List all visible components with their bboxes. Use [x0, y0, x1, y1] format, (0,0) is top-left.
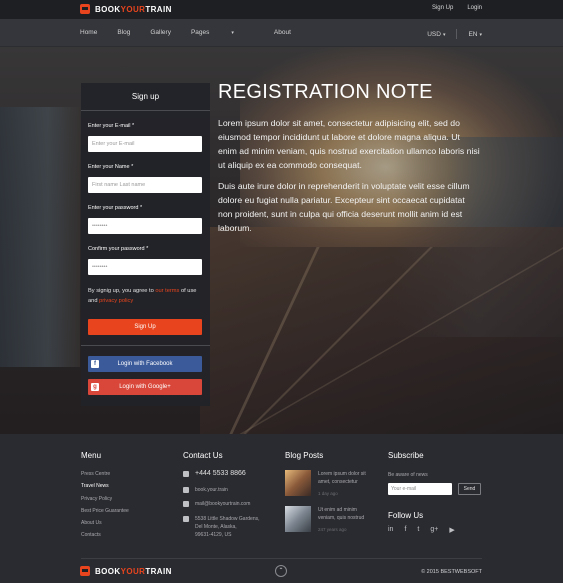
skype-icon: [183, 487, 189, 493]
signup-title: Sign up: [81, 83, 210, 111]
terms-link[interactable]: our terms: [155, 288, 179, 294]
email-label: Enter your E-mail *: [88, 123, 135, 129]
mail-icon: [183, 501, 189, 507]
top-links: Sign Up Login: [432, 5, 482, 11]
footer-menu: Press Centre Travel News Privacy Policy …: [81, 471, 129, 545]
chevron-up-icon: ⌃: [278, 568, 284, 574]
blog-post[interactable]: Ut enim ad minim veniam, quis nostrud 247…: [285, 506, 372, 534]
password-field[interactable]: ••••••••: [88, 218, 202, 234]
google-plus-icon[interactable]: g+: [430, 526, 438, 534]
page-title: REGISTRATION NOTE: [218, 81, 433, 103]
signup-button[interactable]: Sign Up: [88, 319, 202, 335]
terms-agreement: By signig up, you agree to our terms of …: [88, 288, 197, 304]
train-icon: [80, 566, 90, 576]
brand-logo[interactable]: BOOKYOURTRAIN: [80, 4, 172, 14]
language-select[interactable]: EN ▾: [468, 31, 482, 38]
caret-down-icon: ▾: [231, 30, 234, 36]
blog-post[interactable]: Lorem ipsum dolor sit amet, consectetur 1…: [285, 470, 372, 498]
footer-menu-item[interactable]: Privacy Policy: [81, 496, 129, 508]
youtube-icon[interactable]: ▶: [449, 526, 454, 534]
confirm-password-label: Confirm your password *: [88, 246, 149, 252]
nav-item-gallery[interactable]: Gallery: [150, 29, 171, 36]
footer-menu-item[interactable]: Press Centre: [81, 471, 129, 483]
caret-down-icon: ▾: [442, 31, 446, 38]
contact-skype: book.your.train: [183, 486, 228, 494]
hero-paragraph-1: Lorem ipsum dolor sit amet, consectetur …: [218, 118, 480, 170]
subscribe-send-button[interactable]: Send: [458, 483, 481, 495]
divider: [81, 345, 210, 346]
footer-menu-item[interactable]: Travel News: [81, 483, 129, 495]
blog-thumbnail[interactable]: [285, 506, 311, 532]
nav-right: USD ▾ EN ▾: [427, 29, 482, 39]
blog-post-title[interactable]: Ut enim ad minim veniam, quis nostrud: [318, 506, 372, 522]
hero-paragraph-2: Duis aute irure dolor in reprehenderit i…: [218, 181, 470, 233]
facebook-icon[interactable]: f: [404, 526, 406, 534]
footer-contact-title: Contact Us: [183, 451, 223, 460]
footer-blog-title: Blog Posts: [285, 451, 324, 460]
main-nav: Home Blog Gallery Pages ▾ About USD ▾ EN ▾: [0, 19, 563, 47]
footer-follow-title: Follow Us: [388, 511, 424, 520]
subscribe-label: Be aware of news: [388, 472, 428, 478]
name-field[interactable]: First name Last name: [88, 177, 202, 193]
google-login-button[interactable]: g Login with Google+: [88, 379, 202, 395]
contact-phone: +444 5533 8866: [183, 470, 246, 478]
confirm-password-field[interactable]: ••••••••: [88, 259, 202, 275]
login-link[interactable]: Login: [467, 5, 482, 11]
name-label: Enter your Name *: [88, 164, 134, 170]
contact-address: 5538 Little Shadow Gardens, Del Monte, Al…: [183, 515, 260, 539]
privacy-link[interactable]: privacy policy: [99, 298, 133, 304]
brand-name: BOOKYOURTRAIN: [95, 4, 172, 14]
phone-icon: [183, 471, 189, 477]
nav-item-pages[interactable]: Pages ▾: [191, 29, 254, 36]
google-plus-icon: g: [91, 383, 99, 391]
linkedin-icon[interactable]: in: [388, 526, 393, 534]
currency-select[interactable]: USD ▾: [427, 31, 445, 38]
footer-divider: [81, 558, 482, 559]
footer-menu-item[interactable]: Best Price Guarantee: [81, 508, 129, 520]
facebook-login-button[interactable]: f Login with Facebook: [88, 356, 202, 372]
caret-down-icon: ▾: [479, 31, 482, 38]
footer-menu-item[interactable]: About Us: [81, 520, 129, 532]
brand-name: BOOKYOURTRAIN: [95, 566, 172, 576]
footer-menu-item[interactable]: Contacts: [81, 532, 129, 544]
train-icon: [80, 4, 90, 14]
nav-item-blog[interactable]: Blog: [117, 29, 130, 36]
footer-subscribe-title: Subscribe: [388, 451, 424, 460]
nav-items: Home Blog Gallery Pages ▾ About: [80, 29, 311, 36]
signup-panel: Sign up Enter your E-mail * Enter your E…: [81, 83, 210, 406]
twitter-icon[interactable]: t: [417, 526, 419, 534]
location-icon: [183, 516, 189, 522]
top-bar: BOOKYOURTRAIN Sign Up Login: [0, 0, 563, 19]
nav-item-home[interactable]: Home: [80, 29, 97, 36]
signup-link[interactable]: Sign Up: [432, 5, 453, 11]
nav-item-about[interactable]: About: [274, 29, 291, 36]
blog-thumbnail[interactable]: [285, 470, 311, 496]
footer-menu-title: Menu: [81, 451, 102, 460]
scroll-to-top-button[interactable]: ⌃: [275, 565, 287, 577]
blog-post-date: 247 years ago: [318, 527, 347, 532]
nav-separator: [456, 29, 458, 39]
subscribe-email-field[interactable]: Your e-mail: [388, 483, 452, 495]
footer: Menu Press Centre Travel News Privacy Po…: [0, 434, 563, 583]
copyright: © 2015 BESTWEBSOFT: [421, 569, 482, 575]
email-field[interactable]: Enter your E-mail: [88, 136, 202, 152]
password-label: Enter your password *: [88, 205, 143, 211]
contact-email[interactable]: mail@bookyourtrain.com: [183, 500, 250, 508]
blog-post-title[interactable]: Lorem ipsum dolor sit amet, consectetur: [318, 470, 372, 486]
blog-post-date: 1 day ago: [318, 491, 338, 496]
footer-logo[interactable]: BOOKYOURTRAIN: [80, 566, 172, 576]
facebook-icon: f: [91, 360, 99, 368]
social-links: in f t g+ ▶: [388, 526, 455, 534]
